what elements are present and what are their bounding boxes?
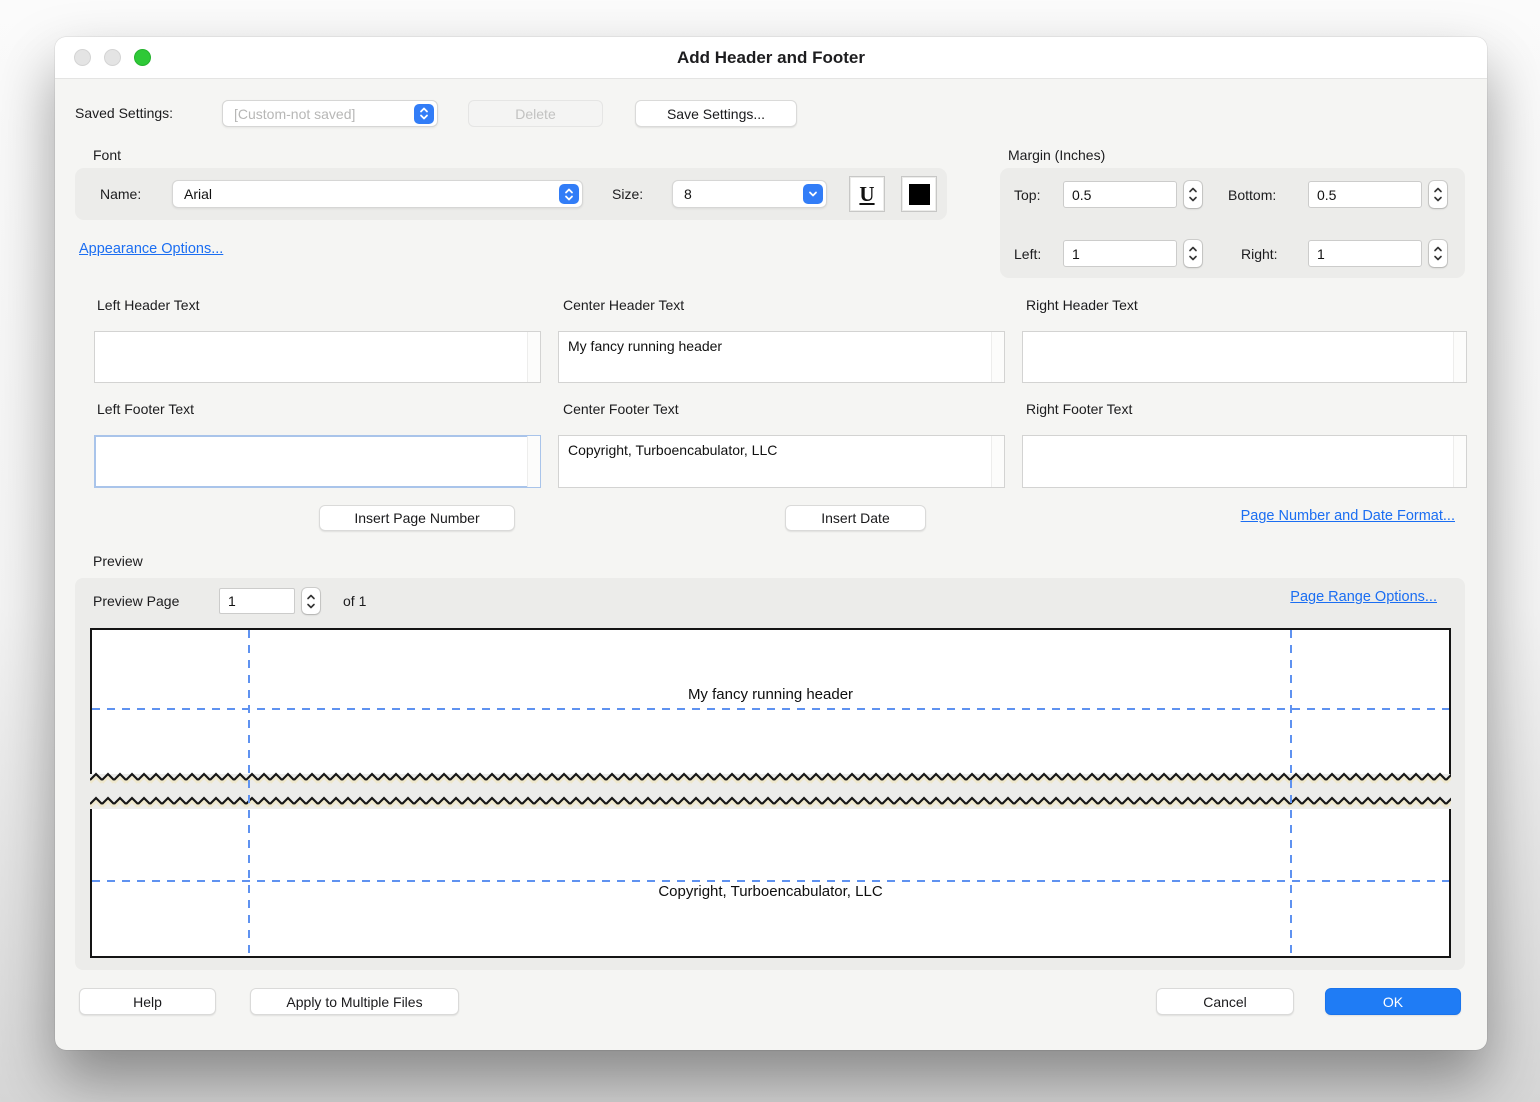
top-margin-guide bbox=[92, 708, 1449, 710]
preview-section-label: Preview bbox=[93, 553, 143, 569]
font-name-label: Name: bbox=[100, 186, 141, 202]
margin-bottom-label: Bottom: bbox=[1228, 187, 1276, 203]
font-size-select[interactable]: 8 bbox=[672, 180, 827, 208]
font-groupbox: Name: Arial Size: 8 U bbox=[75, 168, 947, 220]
margin-right-stepper[interactable] bbox=[1429, 240, 1447, 267]
chevron-down-icon bbox=[306, 603, 316, 609]
ok-button[interactable]: OK bbox=[1325, 988, 1461, 1015]
dialog-title: Add Header and Footer bbox=[55, 37, 1487, 79]
preview-groupbox: Preview Page of 1 Page Range Options... bbox=[75, 578, 1465, 970]
saved-settings-select[interactable]: [Custom-not saved] bbox=[222, 100, 438, 127]
chevron-up-icon bbox=[1188, 187, 1198, 193]
underline-button[interactable]: U bbox=[849, 176, 885, 212]
margin-top-stepper[interactable] bbox=[1184, 181, 1202, 208]
add-header-footer-dialog: Add Header and Footer Saved Settings: [C… bbox=[55, 37, 1487, 1050]
margin-left-input[interactable] bbox=[1063, 240, 1177, 267]
preview-page-input[interactable] bbox=[219, 588, 295, 614]
cancel-button[interactable]: Cancel bbox=[1156, 988, 1294, 1015]
preview-page-stepper[interactable] bbox=[302, 588, 320, 614]
font-name-value: Arial bbox=[184, 186, 212, 202]
left-header-textarea-wrap bbox=[94, 331, 541, 383]
chevron-up-icon bbox=[1433, 246, 1443, 252]
margin-left-stepper[interactable] bbox=[1184, 240, 1202, 267]
right-header-textarea[interactable] bbox=[1022, 331, 1467, 383]
chevron-up-down-icon bbox=[414, 104, 434, 124]
font-name-select[interactable]: Arial bbox=[172, 180, 583, 208]
left-footer-label: Left Footer Text bbox=[97, 401, 194, 417]
preview-page-count-label: of 1 bbox=[343, 593, 366, 609]
chevron-down-icon bbox=[1188, 255, 1198, 261]
margin-bottom-stepper[interactable] bbox=[1429, 181, 1447, 208]
left-footer-textarea[interactable] bbox=[94, 435, 541, 488]
center-header-label: Center Header Text bbox=[563, 297, 684, 313]
margin-top-label: Top: bbox=[1014, 187, 1040, 203]
right-header-label: Right Header Text bbox=[1026, 297, 1138, 313]
delete-button[interactable]: Delete bbox=[468, 100, 603, 127]
margin-top-input[interactable] bbox=[1063, 181, 1177, 208]
preview-header-text: My fancy running header bbox=[90, 686, 1451, 703]
right-footer-textarea[interactable] bbox=[1022, 435, 1467, 488]
center-footer-textarea-wrap: Copyright, Turboencabulator, LLC bbox=[558, 435, 1005, 488]
window-close-button[interactable] bbox=[74, 49, 91, 66]
window-zoom-button[interactable] bbox=[134, 49, 151, 66]
apply-to-multiple-files-button[interactable]: Apply to Multiple Files bbox=[250, 988, 459, 1015]
window-minimize-button[interactable] bbox=[104, 49, 121, 66]
appearance-options-link[interactable]: Appearance Options... bbox=[79, 241, 223, 257]
page-number-date-format-link[interactable]: Page Number and Date Format... bbox=[1241, 508, 1455, 524]
font-section-label: Font bbox=[93, 147, 121, 163]
center-header-textarea-wrap: My fancy running header bbox=[558, 331, 1005, 383]
bottom-margin-guide bbox=[92, 880, 1449, 882]
chevron-down-icon bbox=[1433, 255, 1443, 261]
chevron-up-icon bbox=[306, 594, 316, 600]
margin-right-label: Right: bbox=[1241, 246, 1278, 262]
font-size-label: Size: bbox=[612, 186, 643, 202]
right-footer-textarea-wrap bbox=[1022, 435, 1467, 488]
center-footer-textarea[interactable]: Copyright, Turboencabulator, LLC bbox=[558, 435, 1005, 488]
underline-icon: U bbox=[859, 182, 874, 207]
left-margin-guide bbox=[248, 630, 250, 956]
right-margin-guide bbox=[1290, 630, 1292, 956]
chevron-up-icon bbox=[1433, 187, 1443, 193]
font-color-swatch-button[interactable] bbox=[901, 176, 937, 212]
traffic-lights bbox=[74, 49, 151, 66]
margin-left-label: Left: bbox=[1014, 246, 1041, 262]
saved-settings-label: Saved Settings: bbox=[75, 105, 173, 121]
center-footer-label: Center Footer Text bbox=[563, 401, 679, 417]
margin-right-input[interactable] bbox=[1308, 240, 1422, 267]
torn-edge-icon bbox=[90, 795, 1451, 809]
save-settings-button[interactable]: Save Settings... bbox=[635, 100, 797, 127]
left-header-label: Left Header Text bbox=[97, 297, 199, 313]
insert-date-button[interactable]: Insert Date bbox=[785, 505, 926, 531]
torn-edge-icon bbox=[90, 771, 1451, 785]
left-footer-textarea-wrap bbox=[94, 435, 541, 488]
chevron-down-icon bbox=[803, 184, 823, 204]
margin-groupbox: Top: Bottom: Left: Right: bbox=[1000, 168, 1465, 278]
font-size-value: 8 bbox=[684, 186, 692, 202]
right-header-textarea-wrap bbox=[1022, 331, 1467, 383]
center-header-textarea[interactable]: My fancy running header bbox=[558, 331, 1005, 383]
preview-footer-text: Copyright, Turboencabulator, LLC bbox=[90, 883, 1451, 900]
chevron-up-icon bbox=[1188, 246, 1198, 252]
titlebar: Add Header and Footer bbox=[55, 37, 1487, 79]
page-range-options-link[interactable]: Page Range Options... bbox=[1290, 589, 1437, 605]
saved-settings-value: [Custom-not saved] bbox=[234, 106, 355, 122]
margin-bottom-input[interactable] bbox=[1308, 181, 1422, 208]
margin-section-label: Margin (Inches) bbox=[1008, 147, 1105, 163]
insert-page-number-button[interactable]: Insert Page Number bbox=[319, 505, 515, 531]
black-color-swatch-icon bbox=[909, 184, 930, 205]
chevron-down-icon bbox=[1188, 196, 1198, 202]
help-button[interactable]: Help bbox=[79, 988, 216, 1015]
chevron-up-down-icon bbox=[559, 184, 579, 204]
right-footer-label: Right Footer Text bbox=[1026, 401, 1132, 417]
left-header-textarea[interactable] bbox=[94, 331, 541, 383]
chevron-down-icon bbox=[1433, 196, 1443, 202]
preview-page-label: Preview Page bbox=[93, 593, 179, 609]
